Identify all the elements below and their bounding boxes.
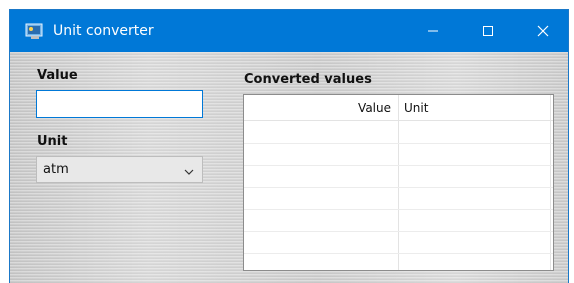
table-row — [244, 187, 553, 188]
value-input[interactable] — [36, 90, 203, 118]
table-row — [244, 231, 553, 232]
column-divider — [398, 95, 399, 270]
minimize-button[interactable] — [410, 10, 456, 52]
table-row — [244, 165, 553, 166]
client-area: Value Unit atm Converted values Value Un… — [10, 52, 568, 283]
unit-label: Unit — [37, 134, 68, 149]
chevron-down-icon — [184, 165, 194, 180]
unit-select[interactable]: atm — [36, 156, 203, 183]
results-table[interactable]: Value Unit — [243, 94, 554, 271]
column-divider — [550, 95, 551, 270]
minimize-icon — [427, 22, 439, 41]
column-header-unit[interactable]: Unit — [404, 101, 428, 115]
close-icon — [537, 22, 549, 41]
app-icon — [25, 21, 45, 41]
converted-values-label: Converted values — [244, 72, 372, 87]
table-row — [244, 209, 553, 210]
value-label: Value — [37, 68, 78, 83]
title-bar[interactable]: Unit converter — [10, 10, 568, 52]
maximize-icon — [482, 22, 494, 41]
table-row — [244, 253, 553, 254]
column-header-value[interactable]: Value — [358, 101, 391, 115]
maximize-button[interactable] — [465, 10, 511, 52]
unit-converter-window: Unit converter Value Unit atm Converted … — [9, 9, 569, 283]
table-row — [244, 143, 553, 144]
window-title: Unit converter — [53, 23, 154, 39]
close-button[interactable] — [520, 10, 566, 52]
unit-selected-value: atm — [43, 162, 69, 177]
